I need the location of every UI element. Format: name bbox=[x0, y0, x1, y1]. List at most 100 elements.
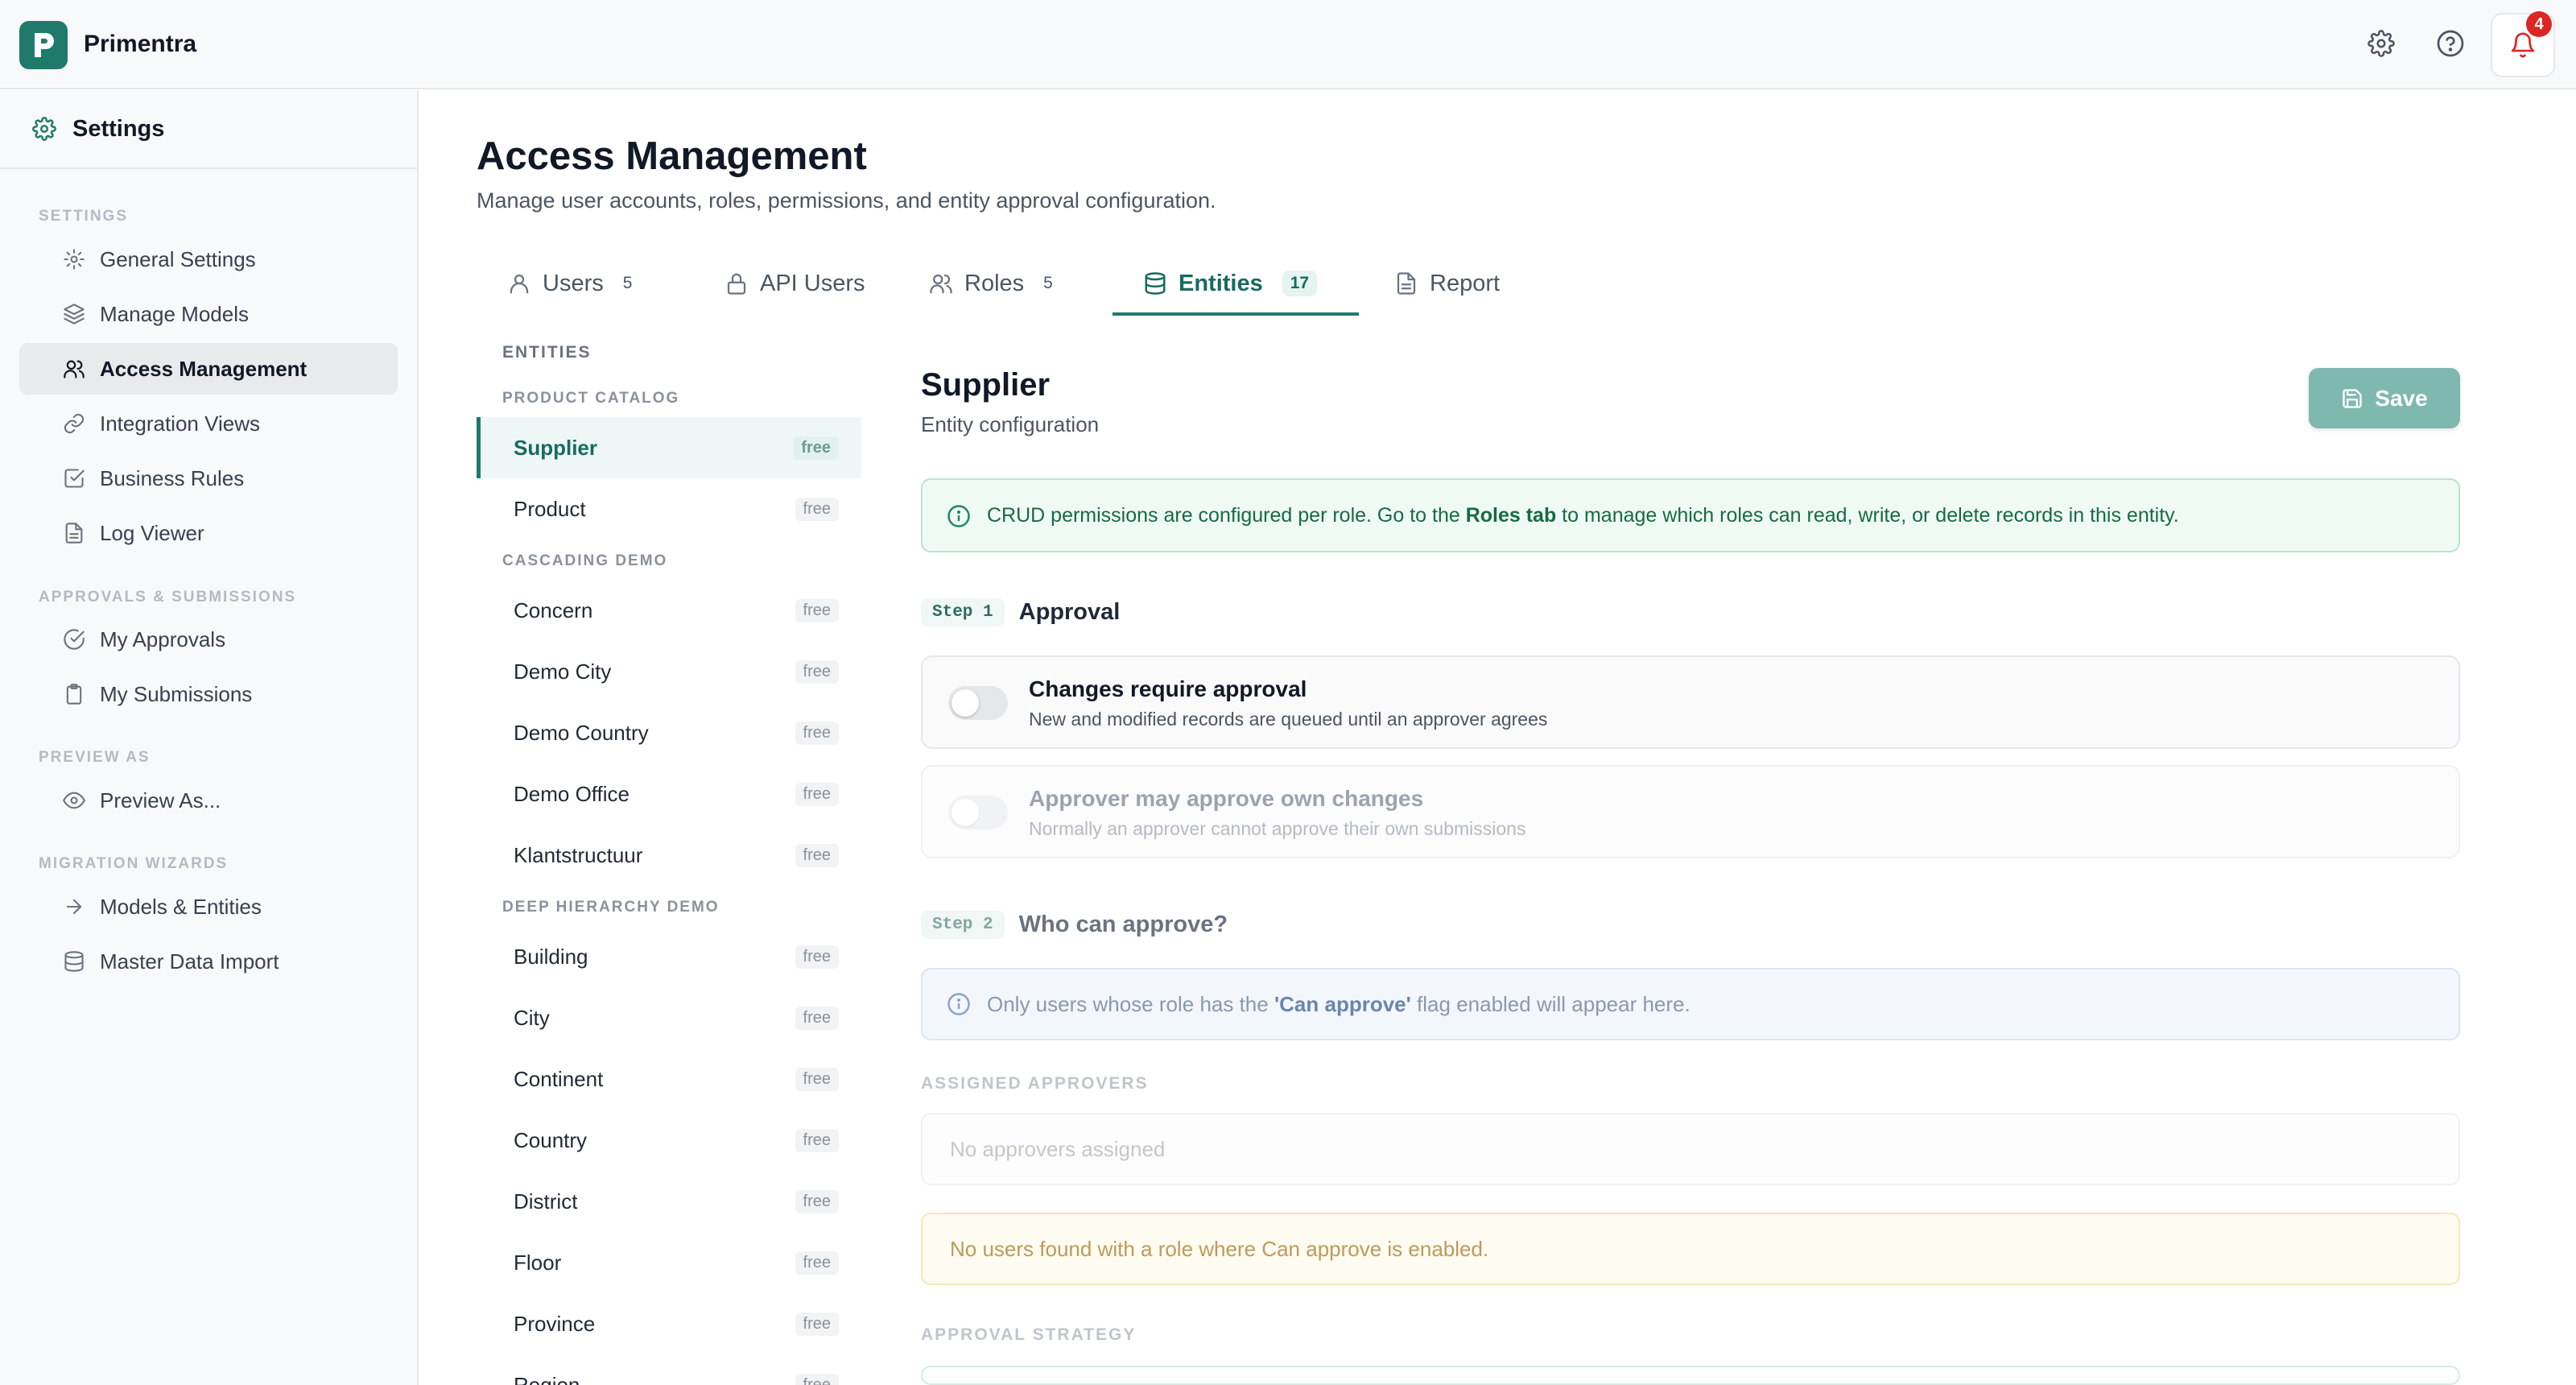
database-icon bbox=[1145, 272, 1166, 295]
can-approve-flag: 'Can approve' bbox=[1274, 991, 1411, 1016]
entity-name: Province bbox=[514, 1311, 596, 1336]
entity-tier-badge: free bbox=[795, 945, 839, 969]
approval-strategy-card[interactable] bbox=[921, 1366, 2460, 1385]
tab-users[interactable]: Users 5 bbox=[507, 253, 632, 314]
tab-label: Users bbox=[543, 270, 604, 296]
notifications-button[interactable]: 4 bbox=[2491, 11, 2555, 77]
active-tab-indicator bbox=[1113, 312, 1359, 316]
tab-label: Roles bbox=[964, 270, 1025, 296]
entity-item-province[interactable]: Province free bbox=[477, 1293, 861, 1354]
entity-item-continent[interactable]: Continent free bbox=[477, 1048, 861, 1110]
tab-api-users[interactable]: API Users bbox=[724, 253, 865, 314]
crud-info-before: CRUD permissions are configured per role… bbox=[987, 503, 1466, 527]
entity-name: Demo Office bbox=[514, 781, 630, 806]
entity-tier-badge: free bbox=[795, 1373, 839, 1385]
tab-count: 5 bbox=[622, 274, 633, 292]
entity-tier-badge: free bbox=[795, 1251, 839, 1275]
page-title: Access Management bbox=[477, 134, 867, 178]
sidebar-section-approvals: APPROVALS & SUBMISSIONS bbox=[39, 589, 297, 606]
entity-item-product[interactable]: Product free bbox=[477, 478, 861, 540]
sidebar-item-label: My Submissions bbox=[100, 681, 253, 706]
entity-name: Demo City bbox=[514, 659, 612, 684]
entity-name: Country bbox=[514, 1127, 588, 1152]
file-text-icon bbox=[1397, 272, 1416, 295]
sidebar-item-my-approvals[interactable]: My Approvals bbox=[19, 614, 398, 665]
approve-own-changes-card: Approver may approve own changes Normall… bbox=[921, 765, 2460, 858]
users-icon bbox=[930, 274, 952, 294]
tab-count: 5 bbox=[1043, 274, 1053, 292]
sidebar-item-label: General Settings bbox=[100, 246, 256, 271]
entity-name: Continent bbox=[514, 1066, 604, 1091]
sidebar-item-master-data-import[interactable]: Master Data Import bbox=[19, 936, 398, 987]
entity-item-demo-country[interactable]: Demo Country free bbox=[477, 702, 861, 763]
layers-icon bbox=[64, 304, 85, 325]
link-icon bbox=[64, 413, 85, 434]
entity-name: Klantstructuur bbox=[514, 842, 643, 867]
entity-config-subtitle: Entity configuration bbox=[921, 412, 1100, 436]
entity-item-building[interactable]: Building free bbox=[477, 926, 861, 987]
sidebar-item-manage-models[interactable]: Manage Models bbox=[19, 288, 398, 340]
entity-tier-badge: free bbox=[795, 1312, 839, 1336]
approve-info-text: Only users whose role has the 'Can appro… bbox=[987, 992, 1690, 1017]
step-title: Who can approve? bbox=[1018, 911, 1228, 937]
sidebar-item-label: My Approvals bbox=[100, 626, 226, 651]
toggle-title: Changes require approval bbox=[1029, 676, 1307, 701]
entity-config-title: Supplier bbox=[921, 367, 1051, 403]
save-icon bbox=[2343, 388, 2362, 408]
save-button[interactable]: Save bbox=[2309, 368, 2460, 428]
eye-icon bbox=[63, 792, 85, 809]
sidebar-item-models-entities[interactable]: Models & Entities bbox=[19, 881, 398, 932]
entity-name: Supplier bbox=[514, 435, 598, 460]
approve-info-banner: Only users whose role has the 'Can appro… bbox=[921, 968, 2460, 1040]
assigned-approvers-empty: No approvers assigned bbox=[921, 1113, 2460, 1185]
entity-item-klantstructuur[interactable]: Klantstructuur free bbox=[477, 825, 861, 886]
entity-item-supplier[interactable]: Supplier free bbox=[477, 417, 861, 478]
file-text-icon bbox=[65, 523, 83, 544]
sidebar-item-general-settings[interactable]: General Settings bbox=[19, 234, 398, 285]
entity-item-region[interactable]: Region free bbox=[477, 1354, 861, 1385]
entity-tier-badge: free bbox=[795, 598, 839, 622]
entity-tier-badge: free bbox=[795, 1128, 839, 1152]
sidebar-item-log-viewer[interactable]: Log Viewer bbox=[19, 507, 398, 559]
entity-item-demo-office[interactable]: Demo Office free bbox=[477, 763, 861, 825]
entity-item-demo-city[interactable]: Demo City free bbox=[477, 641, 861, 702]
page-subtitle: Manage user accounts, roles, permissions… bbox=[477, 188, 1216, 213]
entity-item-city[interactable]: City free bbox=[477, 987, 861, 1048]
app-name[interactable]: Primentra bbox=[84, 31, 196, 58]
entity-item-country[interactable]: Country free bbox=[477, 1110, 861, 1171]
sidebar-item-access-management[interactable]: Access Management bbox=[19, 343, 398, 395]
sidebar-item-integration-views[interactable]: Integration Views bbox=[19, 398, 398, 449]
check-circle-icon bbox=[64, 629, 85, 650]
entity-item-district[interactable]: District free bbox=[477, 1171, 861, 1232]
roles-tab-link[interactable]: Roles tab bbox=[1466, 504, 1557, 527]
sidebar-item-preview-as[interactable]: Preview As... bbox=[19, 775, 398, 826]
entity-list-heading: ENTITIES bbox=[502, 343, 592, 362]
lock-icon bbox=[727, 273, 746, 295]
toggle-description: New and modified records are queued unti… bbox=[1029, 709, 1548, 730]
tab-roles[interactable]: Roles 5 bbox=[929, 253, 1053, 314]
primentra-logo-icon[interactable] bbox=[19, 21, 68, 69]
help-circle-icon[interactable] bbox=[2434, 27, 2467, 60]
sidebar-title: Settings bbox=[72, 115, 165, 142]
tab-label: Report bbox=[1430, 270, 1501, 296]
tab-report[interactable]: Report bbox=[1394, 253, 1500, 314]
entity-name: Building bbox=[514, 944, 588, 969]
tab-count: 17 bbox=[1282, 271, 1318, 296]
crud-info-text: CRUD permissions are configured per role… bbox=[987, 504, 2179, 527]
tab-entities[interactable]: Entities 17 bbox=[1143, 253, 1318, 314]
require-approval-toggle[interactable] bbox=[948, 686, 1008, 720]
entity-item-floor[interactable]: Floor free bbox=[477, 1232, 861, 1293]
entity-tier-badge: free bbox=[795, 1067, 839, 1091]
entity-item-concern[interactable]: Concern free bbox=[477, 580, 861, 641]
approve-own-changes-toggle[interactable] bbox=[948, 796, 1008, 829]
save-label: Save bbox=[2375, 385, 2428, 411]
entity-group-label: PRODUCT CATALOG bbox=[502, 390, 680, 407]
crud-info-after: to manage which roles can read, write, o… bbox=[1556, 503, 2179, 527]
sidebar-item-my-submissions[interactable]: My Submissions bbox=[19, 668, 398, 720]
entity-tier-badge: free bbox=[793, 436, 839, 460]
step-1-header: Step 1 Approval bbox=[921, 593, 1120, 631]
sidebar-item-label: Log Viewer bbox=[100, 520, 204, 545]
gear-icon[interactable] bbox=[2365, 27, 2397, 60]
sidebar-item-business-rules[interactable]: Business Rules bbox=[19, 453, 398, 504]
info-icon bbox=[947, 993, 970, 1015]
